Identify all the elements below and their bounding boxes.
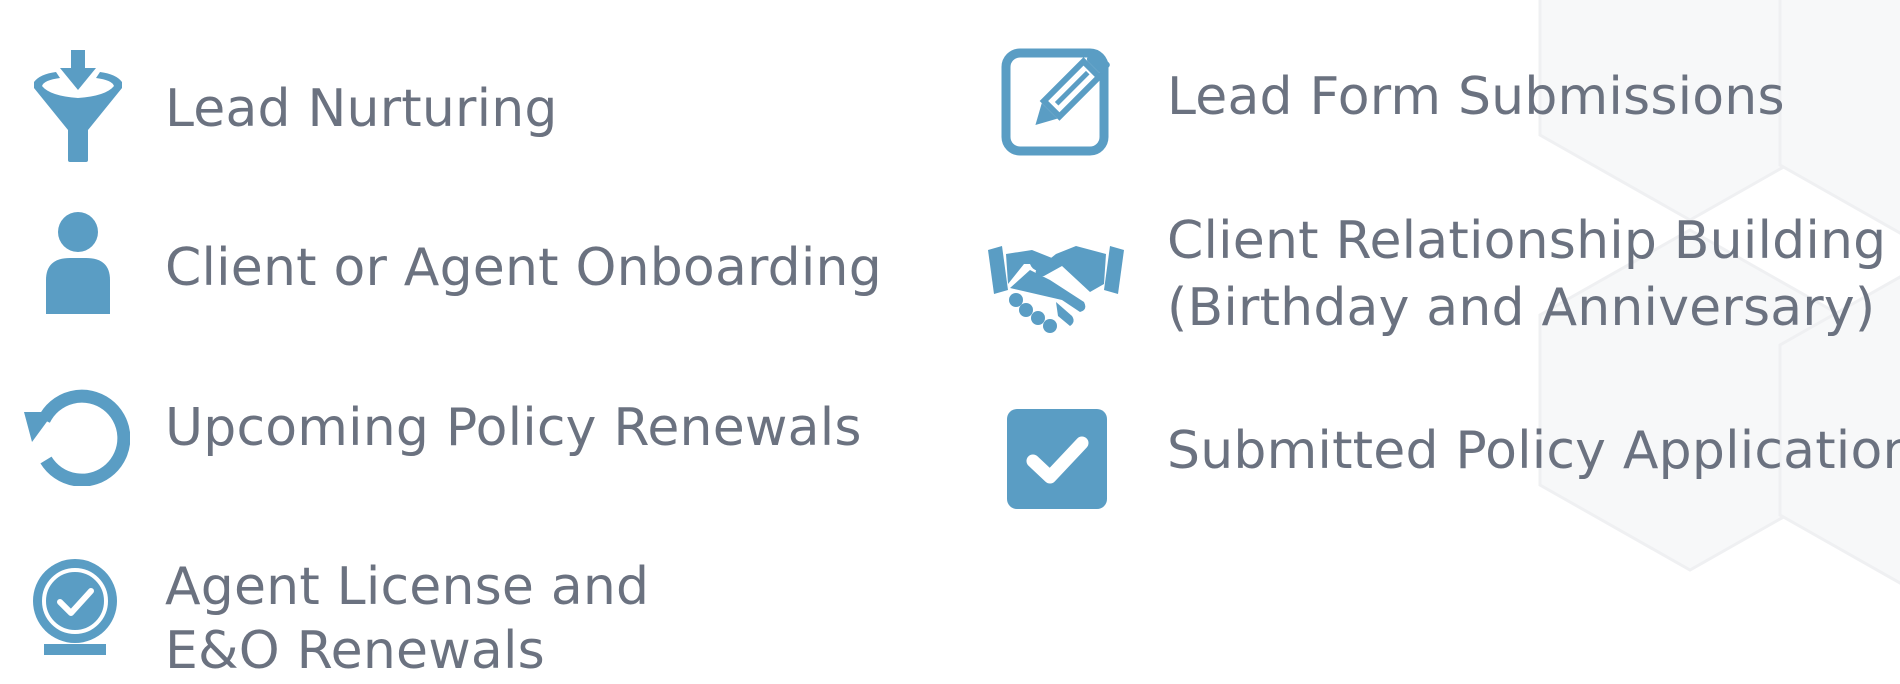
edit-form-icon [1001,48,1110,156]
feature-label-line1: Agent License and [165,557,650,617]
funnel-icon [34,50,122,162]
feature-label-line2: E&O Renewals [165,621,545,681]
feature-label: Client or Agent Onboarding [165,238,882,298]
checkbox-icon [1007,409,1107,509]
person-icon [46,212,110,314]
feature-label-line1: Client Relationship Building [1167,211,1887,271]
badge-check-icon [33,559,117,655]
feature-label: Upcoming Policy Renewals [165,398,862,458]
feature-label: Submitted Policy Applications [1167,421,1900,481]
handshake-icon [988,246,1124,333]
feature-label-line2: (Birthday and Anniversary) [1167,278,1876,338]
renew-icon [24,389,130,486]
feature-label: Lead Form Submissions [1167,67,1785,127]
feature-label: Lead Nurturing [165,79,558,139]
